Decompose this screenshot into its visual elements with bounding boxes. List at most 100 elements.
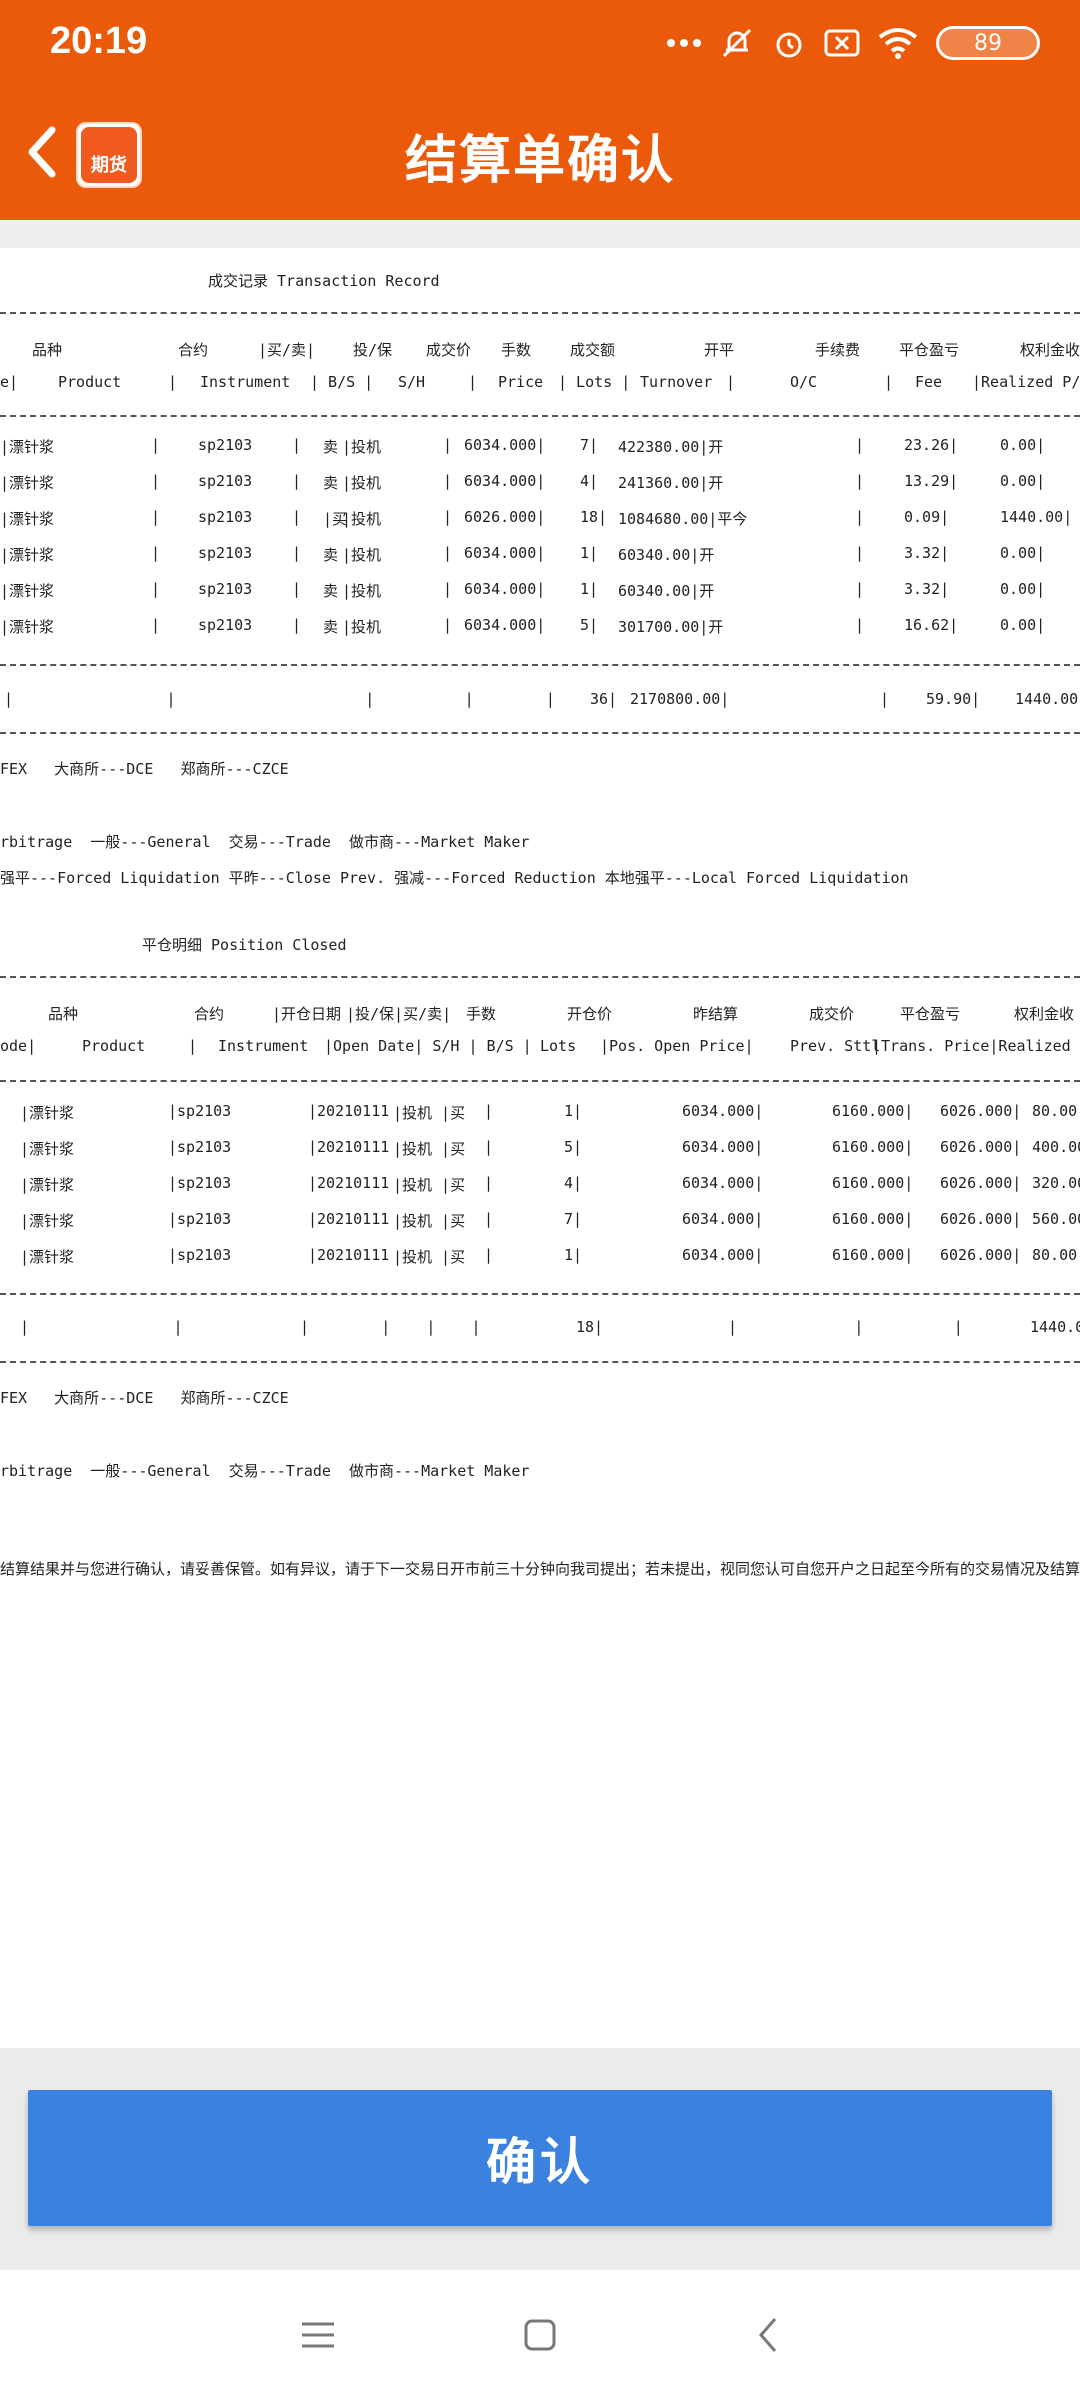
- tx-product: |漂针浆: [0, 474, 55, 492]
- hedge-legend: rbitrage 一般---General 交易---Trade 做市商---M…: [0, 833, 530, 851]
- pos-shbs: |投机 |买: [393, 1104, 466, 1122]
- th-cn: 手续费: [815, 341, 861, 359]
- tx-fee: 13.29|: [904, 472, 959, 490]
- pos-date: |20210111: [308, 1210, 390, 1228]
- th-cn: 权利金收支: [1020, 341, 1080, 359]
- th-cn: 开平: [704, 341, 735, 359]
- pos-lots: 7|: [564, 1210, 583, 1228]
- tx-sep: |: [151, 580, 161, 598]
- divider: [0, 1080, 1080, 1082]
- pos-sep: |: [484, 1210, 494, 1228]
- tx-instrument: sp2103: [198, 616, 253, 634]
- pos-pl: 400.00|: [1032, 1138, 1080, 1156]
- pos-lots: 4|: [564, 1174, 583, 1192]
- pos-prev: 6160.000|: [832, 1138, 914, 1156]
- tx-pl: 0.00|: [1000, 544, 1046, 562]
- th-en: S/H: [398, 373, 426, 391]
- ph-cn: 合约: [194, 1005, 225, 1023]
- wifi-icon: [878, 28, 918, 59]
- tx-lots: 5|: [580, 616, 599, 634]
- pos-trans: 6026.000|: [940, 1210, 1022, 1228]
- ph-en: |Trans. Price|Realized P/: [872, 1037, 1080, 1055]
- home-icon[interactable]: [510, 2305, 570, 2365]
- tx-pl: 1440.00|: [1000, 508, 1073, 526]
- close-type-legend: 强平---Forced Liquidation 平昨---Close Prev.…: [0, 869, 909, 887]
- system-nav-bar: [0, 2270, 1080, 2400]
- ph-en: |Open Date| S/H | B/S |: [324, 1037, 532, 1055]
- tx-instrument: sp2103: [198, 580, 253, 598]
- th-en: O/C: [790, 373, 818, 391]
- pos-instrument: |sp2103: [168, 1246, 232, 1264]
- tx-product: |漂针浆: [0, 546, 55, 564]
- total-sep: | | |: [728, 1318, 963, 1336]
- tx-sep: |: [292, 472, 302, 490]
- th-en: |: [884, 373, 894, 391]
- pos-lots: 5|: [564, 1138, 583, 1156]
- nav-back-icon[interactable]: [738, 2305, 798, 2365]
- ph-en: |Pos. Open Price|: [600, 1037, 754, 1055]
- menu-icon[interactable]: [288, 2305, 348, 2365]
- pos-open: 6034.000|: [682, 1138, 764, 1156]
- status-bar: 20:19 89: [0, 0, 1080, 88]
- tx-sep: |: [151, 472, 161, 490]
- ph-cn: |投/保|买/卖|: [346, 1005, 452, 1023]
- tx-bs: 卖: [323, 474, 339, 492]
- ph-en: Prev. Sttl: [790, 1037, 881, 1055]
- tx-product: |漂针浆: [0, 510, 55, 528]
- confirm-button[interactable]: 确认: [28, 2090, 1052, 2226]
- divider: [0, 976, 1080, 978]
- tx-lots: 1|: [580, 544, 599, 562]
- tx-fee: 3.32|: [904, 544, 950, 562]
- tx-sep: |: [855, 616, 865, 634]
- tx-turnover: 301700.00|开: [618, 618, 724, 636]
- bell-muted-icon: [722, 28, 752, 58]
- tx-sep: |: [443, 508, 453, 526]
- total-fee: 59.90|: [926, 690, 981, 708]
- divider: [0, 664, 1080, 666]
- status-time: 20:19: [50, 20, 148, 62]
- ph-cn: 昨结算: [693, 1005, 739, 1023]
- tx-sh: |投机: [342, 618, 382, 636]
- app-header: 期货 结算单确认: [0, 88, 1080, 220]
- pos-lots: 1|: [564, 1246, 583, 1264]
- alarm-icon: [776, 32, 802, 58]
- exchange-legend: FEX 大商所---DCE 郑商所---CZCE: [0, 1389, 289, 1407]
- divider: [0, 1361, 1080, 1363]
- ph-en: Product: [82, 1037, 146, 1055]
- pos-open: 6034.000|: [682, 1246, 764, 1264]
- ph-cn: 平仓盈亏: [900, 1005, 961, 1023]
- ph-cn: 成交价: [809, 1005, 855, 1023]
- tx-fee: 3.32|: [904, 580, 950, 598]
- total-sep: | | | | | |: [20, 1318, 481, 1336]
- ph-en: ode|: [0, 1037, 37, 1055]
- tx-sep: |: [855, 580, 865, 598]
- confirm-area: 确认: [0, 2048, 1080, 2270]
- tx-price: 6026.000|: [464, 508, 546, 526]
- tx-turnover: 60340.00|开: [618, 582, 715, 600]
- tx-sep: |: [443, 436, 453, 454]
- tx-instrument: sp2103: [198, 472, 253, 490]
- pos-date: |20210111: [308, 1102, 390, 1120]
- pos-product: |漂针浆: [20, 1212, 75, 1230]
- pos-pl: 80.00|: [1032, 1246, 1080, 1264]
- th-cn: 成交价: [426, 341, 472, 359]
- tx-turnover: 422380.00|开: [618, 438, 724, 456]
- pos-trans: 6026.000|: [940, 1102, 1022, 1120]
- tx-sh: |投机: [342, 546, 382, 564]
- tx-price: 6034.000|: [464, 544, 546, 562]
- tx-product: |漂针浆: [0, 618, 55, 636]
- pos-sep: |: [484, 1246, 494, 1264]
- th-cn: 品种: [32, 341, 63, 359]
- pos-product: |漂针浆: [20, 1140, 75, 1158]
- tx-pl: 0.00|: [1000, 436, 1046, 454]
- th-en: Price: [498, 373, 544, 391]
- tx-price: 6034.000|: [464, 616, 546, 634]
- tx-fee: 16.62|: [904, 616, 959, 634]
- tx-sep: |: [443, 616, 453, 634]
- pos-open: 6034.000|: [682, 1102, 764, 1120]
- transaction-section-title: 成交记录 Transaction Record: [208, 272, 440, 290]
- settlement-document: 成交记录 Transaction Record 品种 合约 |买/卖| 投/保 …: [0, 248, 1080, 2048]
- pos-prev: 6160.000|: [832, 1174, 914, 1192]
- tx-instrument: sp2103: [198, 436, 253, 454]
- ph-cn: 权利金收: [1014, 1005, 1075, 1023]
